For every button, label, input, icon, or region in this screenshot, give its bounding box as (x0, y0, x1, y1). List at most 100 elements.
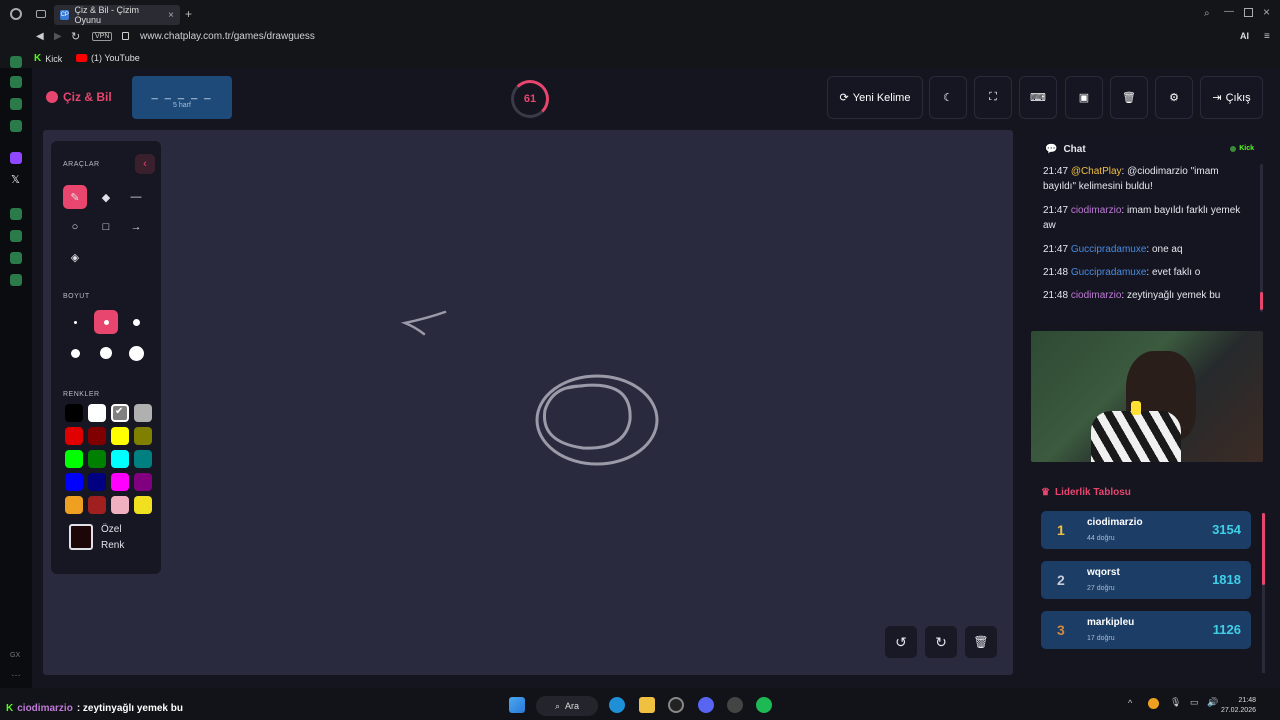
microphone-icon[interactable]: 🎙 (1170, 697, 1181, 708)
color-swatch[interactable] (88, 496, 106, 514)
color-swatch[interactable] (134, 496, 152, 514)
network-icon[interactable]: ▭ (1190, 697, 1199, 708)
menu-icon[interactable]: ≡ (1264, 31, 1270, 42)
message-user[interactable]: Guccipradamuxe (1071, 267, 1147, 278)
new-word-button[interactable]: ⟳ Yeni Kelime (827, 76, 923, 119)
archive-button[interactable]: ▣ (1065, 76, 1103, 119)
gx-sidebar-icon[interactable] (10, 208, 22, 220)
tray-app-icon[interactable] (1148, 698, 1159, 709)
color-swatch[interactable] (65, 496, 83, 514)
x-icon[interactable]: 𝕏 (11, 173, 20, 186)
theme-toggle-button[interactable]: ☾ (929, 76, 967, 119)
file-explorer-icon[interactable] (639, 697, 655, 713)
reload-icon[interactable]: ↻ (71, 30, 80, 43)
fullscreen-button[interactable]: ⛶ (974, 76, 1012, 119)
gx-corner-icon[interactable] (10, 76, 22, 88)
ai-button[interactable]: AI (1240, 31, 1249, 41)
size-option[interactable] (124, 341, 148, 365)
custom-color-picker[interactable] (69, 524, 93, 550)
forward-icon[interactable]: ▶ (54, 31, 62, 42)
spotify-icon[interactable] (756, 697, 772, 713)
arrow-tool[interactable]: → (124, 215, 148, 239)
maximize-icon[interactable] (1244, 8, 1253, 17)
settings-icon[interactable] (10, 274, 22, 286)
color-swatch[interactable] (88, 473, 106, 491)
browser-tab[interactable]: CP Çiz & Bil - Çizim Oyunu × (54, 5, 180, 25)
volume-icon[interactable]: 🔊 (1207, 697, 1218, 708)
system-clock[interactable]: 21:48 27.02.2026 (1221, 696, 1256, 716)
message-user[interactable]: ciodimarzio (1071, 290, 1122, 301)
leaderboard-correct-count: 44 doğru (1087, 535, 1115, 542)
fill-tool[interactable]: ◈ (63, 245, 87, 269)
circle-tool[interactable]: ○ (63, 215, 87, 239)
extensions-icon[interactable] (10, 252, 22, 264)
size-option[interactable] (94, 341, 118, 365)
gx-mods-icon[interactable] (10, 120, 22, 132)
line-tool[interactable]: — (124, 185, 148, 209)
size-option[interactable] (63, 310, 87, 334)
more-icon[interactable]: … (11, 668, 21, 679)
edge-icon[interactable] (609, 697, 625, 713)
color-swatch[interactable] (88, 427, 106, 445)
bookmark-youtube[interactable]: (1) YouTube (76, 53, 140, 63)
chat-scrollbar-thumb[interactable] (1260, 292, 1263, 310)
keyboard-button[interactable]: ⌨ (1019, 76, 1057, 119)
color-swatch[interactable] (111, 473, 129, 491)
rectangle-tool[interactable]: □ (94, 215, 118, 239)
message-user[interactable]: ciodimarzio (1071, 205, 1122, 216)
color-swatch[interactable] (111, 496, 129, 514)
opera-logo-icon[interactable] (10, 8, 22, 20)
color-swatch[interactable] (65, 450, 83, 468)
exit-button[interactable]: ⇥ Çıkış (1200, 76, 1263, 119)
gx-cleaner-icon[interactable] (10, 98, 22, 110)
color-swatch[interactable] (111, 427, 129, 445)
color-swatch[interactable] (134, 427, 152, 445)
color-swatch[interactable] (65, 473, 83, 491)
history-icon[interactable] (10, 230, 22, 242)
tray-chevron-icon[interactable]: ^ (1128, 698, 1132, 708)
gx-control-icon[interactable] (10, 56, 22, 68)
clear-canvas-button[interactable]: 🗑 (965, 626, 997, 658)
color-swatch[interactable] (134, 404, 152, 422)
url-field[interactable]: www.chatplay.com.tr/games/drawguess (140, 31, 315, 42)
color-swatch-selected[interactable]: ✔ (111, 404, 129, 422)
new-tab-icon[interactable]: + (185, 7, 192, 21)
close-window-icon[interactable]: × (1263, 5, 1270, 19)
drawing-canvas[interactable]: ARAÇLAR ‹ ✎ ◆ — ○ □ → ◈ BOYUT RENKLER ✔ … (43, 130, 1013, 675)
chat-scrollbar[interactable] (1260, 164, 1263, 312)
color-swatch[interactable] (134, 473, 152, 491)
app-icon[interactable] (727, 697, 743, 713)
brush-tool[interactable]: ✎ (63, 185, 87, 209)
undo-button[interactable]: ↺ (885, 626, 917, 658)
twitch-icon[interactable] (10, 152, 22, 164)
size-option-selected[interactable] (94, 310, 118, 334)
color-swatch[interactable] (88, 450, 106, 468)
eraser-tool[interactable]: ◆ (94, 185, 118, 209)
redo-button[interactable]: ↻ (925, 626, 957, 658)
collapse-panel-button[interactable]: ‹ (135, 154, 155, 174)
message-user[interactable]: Guccipradamuxe (1071, 244, 1147, 255)
bookmark-kick[interactable]: K Kick (34, 53, 62, 64)
delete-button[interactable]: 🗑 (1110, 76, 1148, 119)
size-option[interactable] (124, 310, 148, 334)
color-swatch[interactable] (134, 450, 152, 468)
discord-icon[interactable] (698, 697, 714, 713)
color-swatch[interactable] (88, 404, 106, 422)
vpn-badge[interactable]: VPN (92, 32, 113, 41)
taskbar-search[interactable]: ⌕ Ara (536, 696, 598, 716)
size-option[interactable] (63, 341, 87, 365)
windows-start-icon[interactable] (509, 697, 525, 713)
search-tabs-icon[interactable]: ⌕ (1204, 8, 1210, 19)
color-swatch[interactable] (65, 427, 83, 445)
color-swatch[interactable] (111, 450, 129, 468)
tab-switcher-icon[interactable] (36, 10, 46, 18)
opera-gx-icon[interactable] (668, 697, 684, 713)
leaderboard-scrollbar-thumb[interactable] (1262, 513, 1265, 585)
back-icon[interactable]: ◀ (36, 31, 44, 42)
minimize-icon[interactable]: — (1224, 6, 1234, 17)
tab-close-icon[interactable]: × (168, 10, 174, 21)
message-user[interactable]: @ChatPlay (1071, 166, 1122, 177)
settings-button[interactable]: ⚙ (1155, 76, 1193, 119)
new-word-label: Yeni Kelime (852, 91, 911, 104)
color-swatch[interactable] (65, 404, 83, 422)
